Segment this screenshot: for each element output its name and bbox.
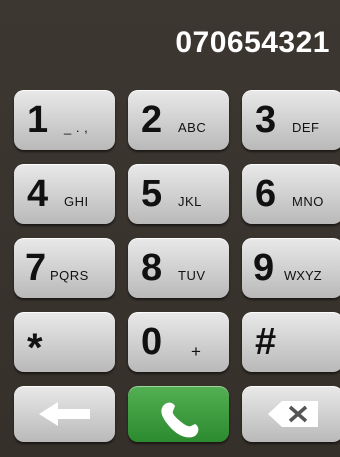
key-digit: 8 [141,247,163,289]
key-6[interactable]: 6 MNO [242,164,340,224]
key-digit: 2 [141,99,163,141]
key-letters: + [191,342,202,361]
number-display: 070654321 [0,0,340,80]
dialer-screen: 070654321 1 _ . , 2 ABC 3 DEF 4 GHI 5 JK… [0,0,340,457]
backspace-icon [242,386,340,442]
call-button[interactable] [128,386,229,442]
key-7[interactable]: 7 PQRS [14,238,115,298]
key-3[interactable]: 3 DEF [242,90,340,150]
key-0[interactable]: 0 + [128,312,229,372]
key-digit: 6 [255,173,277,215]
key-2[interactable]: 2 ABC [128,90,229,150]
key-9[interactable]: 9 WXYZ [242,238,340,298]
key-letters: GHI [64,194,89,209]
left-arrow-icon [14,386,115,442]
key-digit: # [255,321,277,363]
back-button[interactable] [14,386,115,442]
dialed-number: 070654321 [175,26,330,59]
key-1[interactable]: 1 _ . , [14,90,115,150]
key-digit: 4 [27,173,49,215]
key-4[interactable]: 4 GHI [14,164,115,224]
key-digit: 7 [25,247,47,289]
key-letters: TUV [178,268,206,283]
key-digit: 3 [255,99,277,141]
key-5[interactable]: 5 JKL [128,164,229,224]
key-letters: ABC [178,120,207,135]
key-digit: 9 [253,247,275,289]
key-star[interactable]: * [14,312,115,372]
key-digit: * [27,326,43,370]
key-letters: MNO [292,194,324,209]
key-letters: DEF [292,120,320,135]
key-digit: 1 [27,99,49,141]
key-digit: 5 [141,173,163,215]
phone-handset-icon [128,386,229,442]
key-hash[interactable]: # [242,312,340,372]
key-letters: WXYZ [284,268,322,283]
delete-button[interactable] [242,386,340,442]
key-letters: PQRS [50,268,89,283]
key-digit: 0 [141,321,163,363]
key-8[interactable]: 8 TUV [128,238,229,298]
key-letters: _ . , [64,120,89,135]
key-letters: JKL [178,194,202,209]
